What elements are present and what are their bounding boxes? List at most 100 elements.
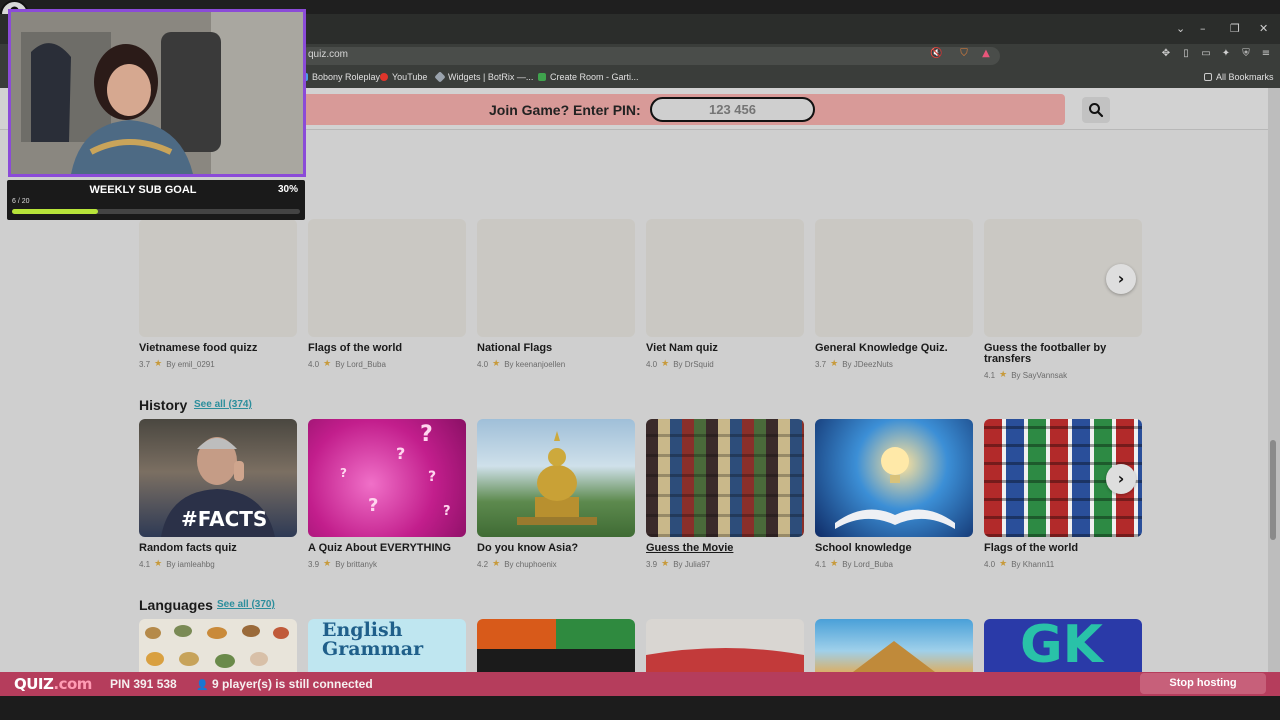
movie-posters-grid — [646, 419, 804, 537]
bookmark-gartic[interactable]: Create Room - Garti... — [538, 72, 639, 82]
quiz-card-meta: 4.1 ★ By Lord_Buba — [815, 559, 893, 569]
quiz-card-title[interactable]: Flags of the world — [984, 543, 1078, 554]
svg-text:?: ? — [368, 495, 378, 516]
quiz-card-meta: 3.9 ★ By Julia97 — [646, 559, 710, 569]
logo-suffix: .com — [53, 675, 92, 693]
url-field[interactable] — [300, 47, 1000, 65]
quiz-author[interactable]: By keenanjoellen — [504, 360, 565, 369]
quiz-thumbnail-english-grammar[interactable]: English Grammar — [308, 619, 466, 672]
game-pin-input[interactable] — [650, 97, 815, 122]
quiz-thumbnail-gk[interactable]: GK — [984, 619, 1142, 672]
quiz-card-title[interactable]: General Knowledge Quiz. — [815, 343, 948, 354]
quiz-thumbnail-asia[interactable] — [477, 419, 635, 537]
all-bookmarks[interactable]: All Bookmarks — [1204, 72, 1274, 82]
lightbulb-book-art — [835, 447, 955, 529]
quiz-thumbnail-placeholder[interactable] — [646, 219, 804, 337]
page-scrollbar[interactable] — [1268, 88, 1280, 672]
question-marks-art: ?????? — [340, 422, 451, 519]
bookmark-bobony[interactable]: Bobony Roleplay — [300, 72, 380, 82]
quiz-author[interactable]: By DrSquid — [673, 360, 713, 369]
carousel-next-button[interactable]: › — [1106, 264, 1136, 294]
quiz-thumbnail-movie[interactable] — [646, 419, 804, 537]
pyramid-art — [853, 641, 935, 672]
leo-ai-icon[interactable]: ✦ — [1220, 48, 1232, 60]
quiz-thumbnail-placeholder[interactable] — [139, 219, 297, 337]
quiz-thumbnail-pyramid[interactable] — [815, 619, 973, 672]
quiz-card-meta: 3.7 ★ By emil_0291 — [139, 359, 215, 369]
quiz-author[interactable]: By Julia97 — [673, 560, 710, 569]
quiz-thumbnail-quiz-logo[interactable] — [646, 619, 804, 672]
bookmark-label: Widgets | BotRix —... — [448, 72, 534, 82]
quiz-card-title-hovered[interactable]: Guess the Movie — [646, 543, 733, 554]
bookmark-youtube[interactable]: YouTube — [380, 72, 427, 82]
quiz-card-title[interactable]: Vietnamese food quizz — [139, 343, 257, 354]
quiz-card-meta: 4.0 ★ By Khann11 — [984, 559, 1054, 569]
star-icon: ★ — [323, 559, 332, 569]
quiz-author[interactable]: By Lord_Buba — [335, 360, 386, 369]
sidebar-icon[interactable]: ▯ — [1180, 48, 1192, 60]
quiz-rating: 4.0 — [308, 359, 320, 369]
star-icon: ★ — [999, 370, 1008, 380]
quiz-rating: 3.9 — [308, 559, 320, 569]
quiz-card-title[interactable]: Do you know Asia? — [477, 543, 578, 554]
quiz-logo[interactable]: QUIZ.com — [14, 675, 92, 693]
stop-hosting-button[interactable]: Stop hosting — [1140, 673, 1266, 694]
quiz-card-meta: 4.0 ★ By keenanjoellen — [477, 359, 565, 369]
star-icon: ★ — [661, 559, 670, 569]
scrollbar-thumb[interactable] — [1270, 440, 1276, 540]
quiz-thumbnail-school[interactable] — [815, 419, 973, 537]
search-button[interactable] — [1082, 97, 1110, 123]
svg-text:?: ? — [340, 466, 347, 480]
quiz-thumbnail-animals[interactable] — [139, 619, 297, 672]
quiz-card-title[interactable]: School knowledge — [815, 543, 912, 554]
quiz-thumbnail-elements[interactable] — [477, 619, 635, 672]
quiz-thumbnail-random-facts[interactable]: #FACTS — [139, 419, 297, 537]
quiz-author[interactable]: By brittanyk — [335, 560, 377, 569]
quiz-rating: 3.9 — [646, 559, 658, 569]
quiz-author[interactable]: By Khann11 — [1011, 560, 1054, 569]
see-all-history-link[interactable]: See all (374) — [194, 399, 252, 410]
minimize-icon[interactable]: – — [1200, 22, 1206, 35]
quiz-author[interactable]: By chuphoenix — [504, 560, 556, 569]
quiz-card-title[interactable]: National Flags — [477, 343, 552, 354]
quiz-author[interactable]: By SayVannsak — [1011, 371, 1067, 380]
quiz-card-meta: 4.0 ★ By DrSquid — [646, 359, 714, 369]
chevron-down-icon[interactable]: ⌄ — [1176, 22, 1185, 35]
quiz-author[interactable]: By iamleahbg — [166, 560, 214, 569]
star-icon: ★ — [999, 559, 1008, 569]
quiz-rating: 4.1 — [139, 559, 151, 569]
star-icon: ★ — [492, 359, 501, 369]
see-all-languages-link[interactable]: See all (370) — [217, 599, 275, 610]
extension-puzzle-icon[interactable]: ✥ — [1160, 48, 1172, 60]
star-icon: ★ — [661, 359, 670, 369]
quiz-rating: 4.0 — [646, 359, 658, 369]
quiz-card-title[interactable]: A Quiz About EVERYTHING — [308, 543, 451, 554]
vpn-shield-icon[interactable]: ⛨ — [1240, 48, 1252, 60]
svg-text:?: ? — [428, 469, 436, 485]
quiz-thumbnail-placeholder[interactable] — [308, 219, 466, 337]
quiz-author[interactable]: By emil_0291 — [166, 360, 214, 369]
rewards-triangle-icon[interactable]: ▲ — [980, 48, 992, 60]
quiz-thumbnail-everything[interactable]: ?????? — [308, 419, 466, 537]
quiz-author[interactable]: By JDeezNuts — [842, 360, 893, 369]
quiz-rating: 4.0 — [477, 359, 489, 369]
quiz-card-title[interactable]: Viet Nam quiz — [646, 343, 718, 354]
sub-goal-count: 6 / 20 — [12, 198, 30, 205]
quiz-card-title[interactable]: Guess the footballer by transfers — [984, 343, 1134, 365]
quiz-thumbnail-placeholder[interactable] — [477, 219, 635, 337]
thumbnail-band — [477, 649, 635, 672]
quiz-card-title[interactable]: Random facts quiz — [139, 543, 237, 554]
wallet-icon[interactable]: ▭ — [1200, 48, 1212, 60]
close-icon[interactable]: ✕ — [1259, 22, 1268, 35]
restore-icon[interactable]: ❐ — [1230, 22, 1240, 35]
carousel-next-button[interactable]: › — [1106, 464, 1136, 494]
quiz-author[interactable]: By Lord_Buba — [842, 560, 893, 569]
menu-icon[interactable]: ≡ — [1260, 48, 1272, 60]
hosting-status-bar — [0, 672, 1280, 696]
brave-shield-icon[interactable]: ⛉ — [958, 48, 970, 60]
quiz-thumbnail-placeholder[interactable] — [815, 219, 973, 337]
bookmark-botrix[interactable]: Widgets | BotRix —... — [434, 71, 534, 83]
quiz-card-title[interactable]: Flags of the world — [308, 343, 402, 354]
mute-tab-icon[interactable]: 🔇 — [930, 48, 942, 60]
facts-overlay-text: #FACTS — [181, 507, 268, 531]
